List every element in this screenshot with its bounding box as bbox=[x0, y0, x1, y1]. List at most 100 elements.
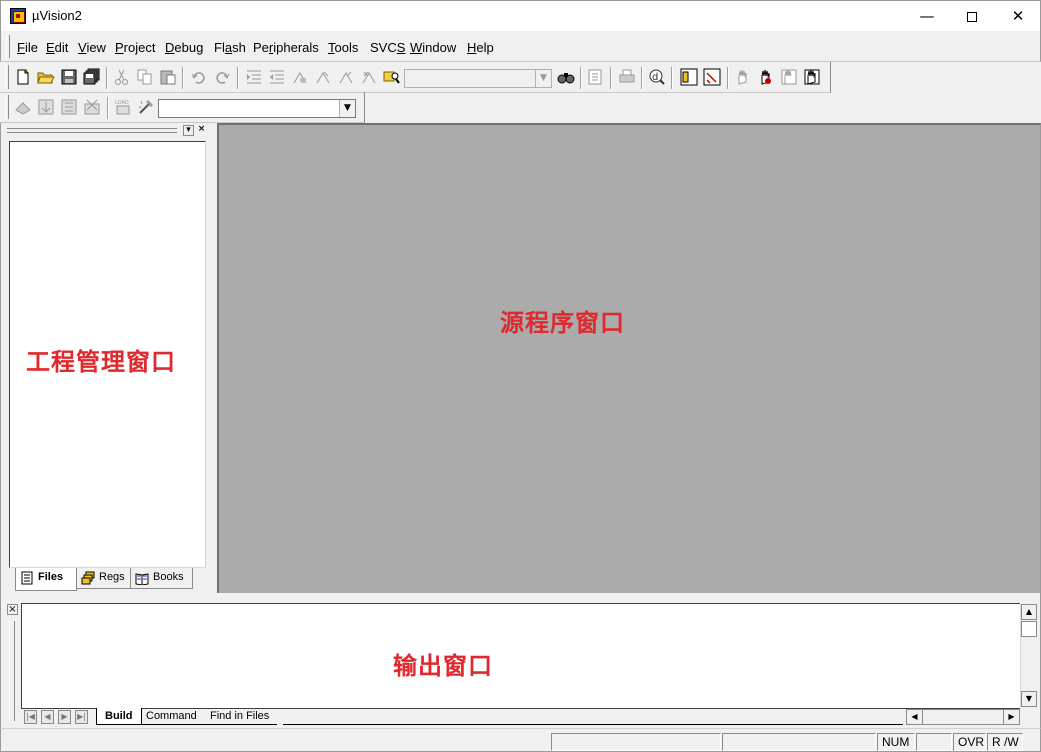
tab-files-label: Files bbox=[38, 571, 64, 583]
scroll-up-button[interactable]: ▲ bbox=[1021, 604, 1037, 620]
build-toolbar: LOAD ▼ bbox=[0, 92, 365, 123]
scroll-left-button[interactable]: ◀ bbox=[907, 710, 923, 724]
toolbar-separator bbox=[671, 67, 673, 89]
output-vertical-scrollbar[interactable]: ▲ ▼ bbox=[1020, 604, 1037, 708]
menu-item-9[interactable]: Window bbox=[410, 40, 456, 55]
toolbar-separator bbox=[106, 67, 108, 89]
open-file-icon[interactable] bbox=[37, 68, 55, 86]
scroll-right-button[interactable]: ▶ bbox=[1003, 710, 1019, 724]
copy-icon[interactable] bbox=[136, 68, 154, 86]
file-toolbar: ▼ d bbox=[0, 62, 831, 93]
panel-close-button[interactable]: × bbox=[196, 125, 207, 136]
menu-item-3[interactable]: Project bbox=[115, 40, 155, 55]
close-button[interactable]: ✕ bbox=[995, 1, 1041, 31]
paste-icon[interactable] bbox=[159, 68, 177, 86]
menu-item-2[interactable]: View bbox=[78, 40, 106, 55]
app-icon[interactable] bbox=[10, 8, 26, 24]
project-panel-header[interactable]: ▾ × bbox=[5, 125, 211, 137]
tab-build[interactable]: Build bbox=[96, 708, 142, 725]
menu-item-4[interactable]: Debug bbox=[165, 40, 203, 55]
maximize-button[interactable] bbox=[949, 1, 995, 31]
chevron-down-icon[interactable]: ▼ bbox=[535, 70, 551, 87]
output-grip[interactable] bbox=[9, 621, 15, 721]
clear-bookmarks-icon[interactable] bbox=[360, 68, 378, 86]
status-num: NUM bbox=[877, 733, 915, 751]
disable-breakpoint-icon[interactable] bbox=[780, 68, 798, 86]
menu-item-label: sh bbox=[232, 40, 246, 55]
tab-find-in-files[interactable]: Find in Files bbox=[202, 708, 278, 725]
tab-nav-first[interactable]: |◀ bbox=[24, 710, 37, 724]
maximize-icon bbox=[967, 11, 977, 22]
chevron-down-icon[interactable]: ▼ bbox=[339, 100, 355, 117]
menu-item-6[interactable]: Peripherals bbox=[253, 40, 319, 55]
download-icon[interactable]: LOAD bbox=[114, 98, 132, 116]
menu-item-5[interactable]: Flash bbox=[214, 40, 246, 55]
cut-icon[interactable] bbox=[113, 68, 131, 86]
scroll-thumb[interactable] bbox=[1021, 621, 1037, 637]
menu-item-10[interactable]: Help bbox=[467, 40, 494, 55]
menu-item-1[interactable]: Edit bbox=[46, 40, 68, 55]
menu-item-0[interactable]: File bbox=[17, 40, 38, 55]
toolbar-separator bbox=[107, 97, 109, 119]
menu-item-accelerator: P bbox=[115, 40, 124, 55]
find-in-files-icon[interactable] bbox=[383, 68, 401, 86]
menu-bar: File Edit View Project Debug Flash Peripherals… bbox=[0, 31, 1041, 62]
tab-files[interactable]: Files bbox=[15, 568, 77, 591]
tab-nav-next[interactable]: ▶ bbox=[58, 710, 71, 724]
find-icon[interactable] bbox=[557, 68, 575, 86]
tab-regs[interactable]: Regs bbox=[76, 568, 131, 589]
new-file-icon[interactable] bbox=[14, 68, 32, 86]
prev-bookmark-icon[interactable] bbox=[337, 68, 355, 86]
menu-item-label: elp bbox=[476, 40, 494, 55]
toolbar-grip[interactable] bbox=[5, 95, 9, 119]
source-editor-area[interactable]: 源程序窗口 bbox=[217, 123, 1041, 593]
minimize-button[interactable]: — bbox=[904, 1, 950, 31]
save-all-icon[interactable] bbox=[83, 68, 101, 86]
toggle-bookmark-icon[interactable] bbox=[291, 68, 309, 86]
menu-item-8[interactable]: SVCS bbox=[370, 40, 405, 55]
translate-icon[interactable] bbox=[14, 98, 32, 116]
hand-icon[interactable] bbox=[734, 68, 752, 86]
scroll-down-button[interactable]: ▼ bbox=[1021, 691, 1037, 707]
menu-item-label: indow bbox=[422, 40, 457, 55]
menu-item-prefix: SVC bbox=[370, 40, 397, 55]
redo-icon[interactable] bbox=[213, 68, 231, 86]
toolbar-separator bbox=[641, 67, 643, 89]
tab-command[interactable]: Command bbox=[138, 708, 205, 725]
svg-text:LOAD: LOAD bbox=[115, 100, 129, 106]
panel-drag-handle[interactable] bbox=[7, 128, 177, 133]
output-text-area[interactable]: 输出窗口 bbox=[21, 603, 1020, 709]
build-target-icon[interactable] bbox=[37, 98, 55, 116]
menubar-grip[interactable] bbox=[6, 35, 10, 58]
save-icon[interactable] bbox=[60, 68, 78, 86]
rebuild-all-icon[interactable] bbox=[60, 98, 78, 116]
tab-nav-last[interactable]: ▶| bbox=[75, 710, 88, 724]
next-bookmark-icon[interactable] bbox=[314, 68, 332, 86]
kill-breakpoints-icon[interactable] bbox=[803, 68, 821, 86]
undo-icon[interactable] bbox=[190, 68, 208, 86]
splitter[interactable] bbox=[0, 593, 1041, 601]
toolbar-grip[interactable] bbox=[5, 65, 9, 89]
target-options-icon[interactable] bbox=[137, 98, 155, 116]
menu-item-label: roject bbox=[123, 40, 156, 55]
tab-regs-label: Regs bbox=[99, 571, 125, 583]
menu-item-7[interactable]: Tools bbox=[328, 40, 358, 55]
debug-session-icon[interactable]: d bbox=[648, 68, 666, 86]
tab-books[interactable]: Books bbox=[130, 568, 193, 589]
menu-item-accelerator: D bbox=[165, 40, 175, 55]
tab-nav-prev[interactable]: ◀ bbox=[41, 710, 54, 724]
output-horizontal-scrollbar[interactable]: ◀ ▶ bbox=[906, 709, 1020, 725]
target-select[interactable]: ▼ bbox=[158, 99, 356, 118]
breakpoint-hand-icon[interactable] bbox=[757, 68, 775, 86]
project-window-icon[interactable] bbox=[680, 68, 698, 86]
panel-float-button[interactable]: ▾ bbox=[183, 125, 194, 136]
print-icon[interactable] bbox=[618, 68, 636, 86]
indent-icon[interactable] bbox=[245, 68, 263, 86]
browse-icon[interactable] bbox=[587, 68, 605, 86]
find-combo[interactable]: ▼ bbox=[404, 69, 552, 88]
status-rw: R /W bbox=[987, 733, 1023, 751]
unindent-icon[interactable] bbox=[268, 68, 286, 86]
output-close-button[interactable]: × bbox=[7, 604, 18, 615]
output-window-icon[interactable] bbox=[703, 68, 721, 86]
stop-build-icon[interactable] bbox=[83, 98, 101, 116]
